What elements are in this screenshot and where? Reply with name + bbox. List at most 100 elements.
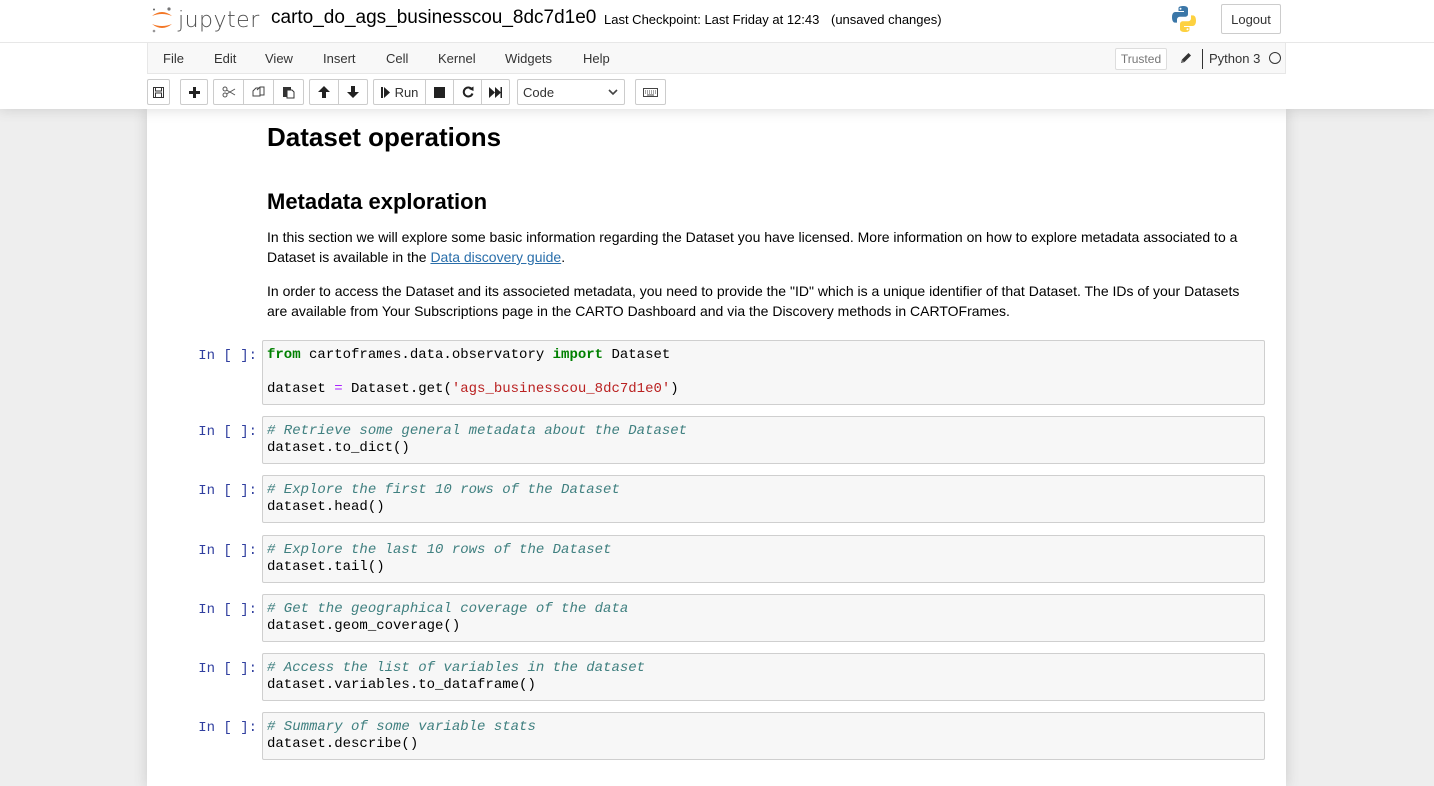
header-top-bar: jupyter carto_do_ags_businesscou_8dc7d1e… <box>0 0 1434 43</box>
code-comment: # Explore the last 10 rows of the Datase… <box>267 542 612 558</box>
header: jupyter carto_do_ags_businesscou_8dc7d1e… <box>0 0 1434 109</box>
menu-kernel[interactable]: Kernel <box>438 51 476 66</box>
jupyter-logo-icon <box>152 7 172 33</box>
code-comment: # Access the list of variables in the da… <box>267 660 646 676</box>
toolbar-group-save <box>147 79 170 105</box>
arrow-down-icon <box>347 86 359 98</box>
restart-icon <box>462 86 473 98</box>
toolbar-group-keyboard <box>635 79 666 105</box>
code-comment: # Explore the first 10 rows of the Datas… <box>267 482 620 498</box>
jupyter-logo[interactable]: jupyter <box>150 5 260 35</box>
save-button[interactable] <box>147 79 170 105</box>
input-prompt: In [ ]: <box>198 720 257 736</box>
jupyter-wordmark: jupyter <box>178 7 260 33</box>
restart-button[interactable] <box>453 79 482 105</box>
python-logo-icon <box>1172 6 1196 33</box>
cut-button[interactable] <box>213 79 244 105</box>
menu-cell[interactable]: Cell <box>386 51 408 66</box>
arrow-up-icon <box>318 86 330 98</box>
autosave-status: (unsaved changes) <box>831 12 942 27</box>
menu-view[interactable]: View <box>265 51 293 66</box>
keyword-from: from <box>267 347 301 363</box>
variable-name: dataset <box>267 381 335 397</box>
menu-help[interactable]: Help <box>583 51 610 66</box>
step-forward-icon <box>380 86 390 98</box>
menu-file[interactable]: File <box>163 51 184 66</box>
data-discovery-guide-link[interactable]: Data discovery guide <box>430 249 561 265</box>
pencil-icon[interactable] <box>1179 51 1193 65</box>
code-line: dataset = Dataset.get('ags_businesscou_8… <box>267 381 1260 398</box>
code-editor[interactable]: # Explore the first 10 rows of the Datas… <box>262 475 1265 523</box>
plus-icon <box>188 86 200 98</box>
module-name: cartoframes.data.observatory <box>300 347 553 363</box>
run-label: Run <box>394 84 419 100</box>
chevron-down-icon <box>608 89 618 96</box>
code-editor[interactable]: # Get the geographical coverage of the d… <box>262 594 1265 642</box>
kernel-separator <box>1202 49 1203 69</box>
heading-dataset-operations: Dataset operations <box>267 122 502 152</box>
string-literal: 'ags_businesscou_8dc7d1e0' <box>451 381 671 397</box>
toolbar-group-move <box>309 79 368 105</box>
kernel-name: Python 3 <box>1209 51 1261 66</box>
code-line: dataset.variables.to_dataframe() <box>267 677 536 693</box>
input-prompt: In [ ]: <box>198 424 257 440</box>
interrupt-button[interactable] <box>425 79 454 105</box>
move-up-button[interactable] <box>309 79 339 105</box>
code-comment: # Get the geographical coverage of the d… <box>267 601 629 617</box>
keyboard-icon <box>643 87 658 97</box>
markdown-paragraph-intro: In this section we will explore some bas… <box>267 227 1257 267</box>
code-line: dataset.tail() <box>267 559 385 575</box>
input-prompt: In [ ]: <box>198 543 257 559</box>
code-line: dataset.geom_coverage() <box>267 618 461 634</box>
code-editor[interactable]: # Access the list of variables in the da… <box>262 653 1265 701</box>
input-prompt: In [ ]: <box>198 348 257 364</box>
restart-run-all-button[interactable] <box>481 79 510 105</box>
keyword-import: import <box>552 347 604 363</box>
move-down-button[interactable] <box>338 79 368 105</box>
code-comment: # Summary of some variable stats <box>267 719 536 735</box>
menu-widgets[interactable]: Widgets <box>505 51 552 66</box>
operator: = <box>334 381 343 397</box>
toolbar-group-run: Run <box>373 79 510 105</box>
code-editor[interactable]: # Summary of some variable stats dataset.… <box>262 712 1265 760</box>
kernel-idle-icon <box>1269 52 1281 64</box>
save-icon <box>153 86 164 98</box>
paste-icon <box>283 86 295 98</box>
input-prompt: In [ ]: <box>198 483 257 499</box>
cell-type-value: Code <box>523 84 555 100</box>
stop-icon <box>434 86 445 98</box>
cell-type-select[interactable]: Code <box>517 79 625 105</box>
heading-metadata-exploration: Metadata exploration <box>267 189 488 214</box>
markdown-paragraph-ids: In order to access the Dataset and its a… <box>267 283 1240 319</box>
copy-icon <box>252 86 265 96</box>
logout-button[interactable]: Logout <box>1221 4 1281 34</box>
code-comment: # Retrieve some general metadata about t… <box>267 423 688 439</box>
menu-insert[interactable]: Insert <box>323 51 356 66</box>
menu-edit[interactable]: Edit <box>214 51 236 66</box>
command-palette-button[interactable] <box>635 79 666 105</box>
import-name: Dataset <box>603 347 671 363</box>
run-button[interactable]: Run <box>373 79 426 105</box>
code-editor[interactable]: from cartoframes.data.observatory import… <box>262 340 1265 405</box>
notebook-name[interactable]: carto_do_ags_businesscou_8dc7d1e0 <box>271 7 596 29</box>
input-prompt: In [ ]: <box>198 661 257 677</box>
menubar: File Edit View Insert Cell Kernel Widget… <box>147 43 1286 74</box>
toolbar-group-insert <box>180 79 208 105</box>
copy-button[interactable] <box>243 79 274 105</box>
code-line: dataset.describe() <box>267 736 419 752</box>
paragraph-text: In this section we will explore some bas… <box>267 229 1238 265</box>
code-editor[interactable]: # Retrieve some general metadata about t… <box>262 416 1265 464</box>
insert-cell-button[interactable] <box>180 79 208 105</box>
code-line: dataset.to_dict() <box>267 440 410 456</box>
toolbar-group-clipboard <box>213 79 304 105</box>
paragraph-end: . <box>561 249 566 265</box>
code-editor[interactable]: # Explore the last 10 rows of the Datase… <box>262 535 1265 583</box>
trusted-indicator[interactable]: Trusted <box>1115 48 1167 70</box>
close-paren: ) <box>670 381 679 397</box>
code-line: dataset.head() <box>267 499 385 515</box>
code-line: from cartoframes.data.observatory import… <box>267 347 1260 364</box>
paste-button[interactable] <box>273 79 304 105</box>
input-prompt: In [ ]: <box>198 602 257 618</box>
fast-forward-icon <box>489 86 502 98</box>
